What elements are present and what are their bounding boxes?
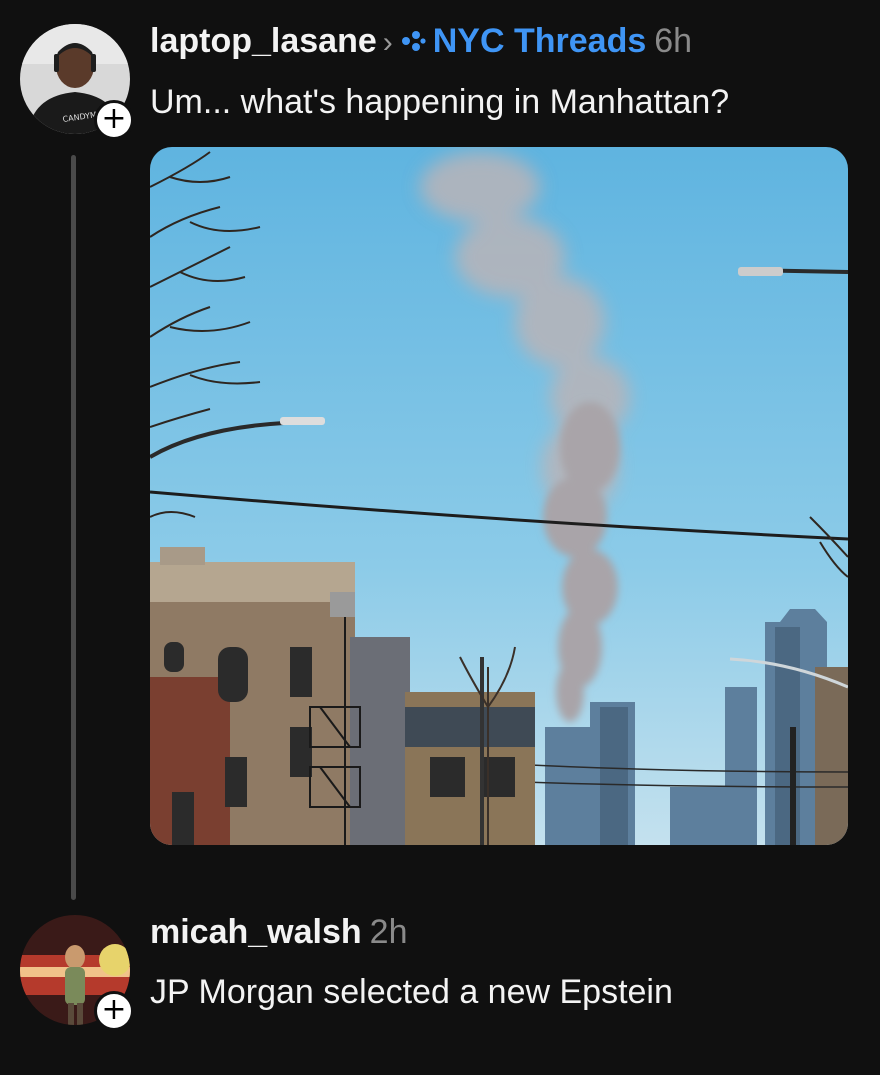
thread-connector-line <box>71 155 76 900</box>
community-name: NYC Threads <box>432 22 647 60</box>
post-username[interactable]: laptop_lasane <box>150 22 377 60</box>
post-timestamp: 6h <box>654 22 693 60</box>
post-header: laptop_lasane › NYC Threads 6h <box>150 22 692 61</box>
post-text: Um... what's happening in Manhattan? <box>150 83 730 121</box>
follow-author-plus-icon[interactable]: + <box>94 100 134 140</box>
reply-username[interactable]: micah_walsh <box>150 913 362 951</box>
follow-reply-author-plus-icon[interactable]: + <box>94 991 134 1031</box>
community-link[interactable]: NYC Threads <box>401 22 647 60</box>
reply-text: JP Morgan selected a new Epstein <box>150 973 673 1011</box>
chevron-right-icon: › <box>382 26 393 59</box>
dots-cluster-icon <box>401 31 426 52</box>
manhattan-smoke-photo <box>150 147 848 845</box>
post-image[interactable] <box>150 147 848 845</box>
reply-timestamp: 2h <box>369 913 408 951</box>
reply-header: micah_walsh 2h <box>150 913 407 952</box>
